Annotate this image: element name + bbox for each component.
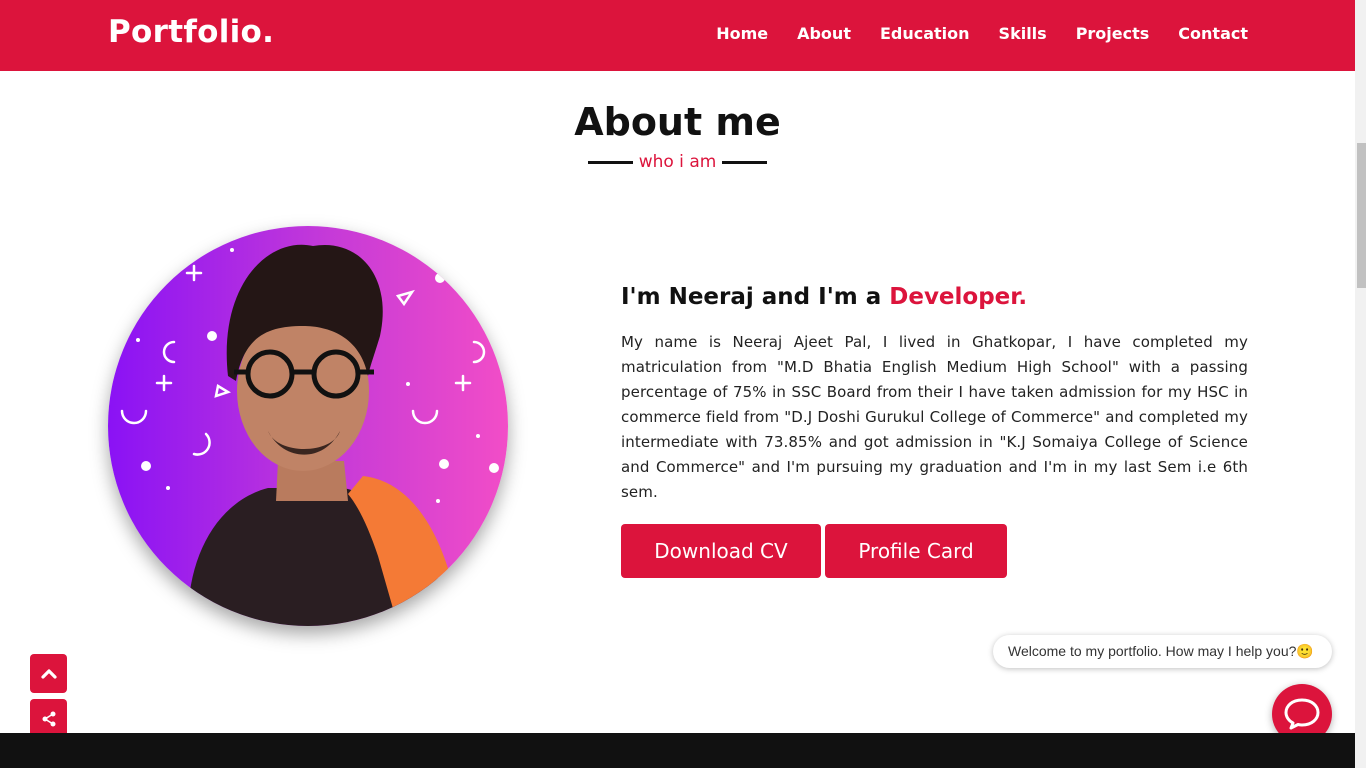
nav-item-contact[interactable]: Contact: [1178, 24, 1248, 43]
footer: [0, 733, 1355, 768]
site-logo[interactable]: Portfolio.: [108, 14, 274, 50]
subtitle-divider-left: [587, 160, 633, 164]
nav-item-home[interactable]: Home: [716, 24, 768, 43]
page-scrollbar[interactable]: [1355, 0, 1366, 768]
section-subtitle: who i am: [638, 152, 717, 172]
intro-heading: I'm Neeraj and I'm a Developer.: [621, 284, 1027, 310]
subtitle-divider-right: [722, 160, 768, 164]
chat-bubble-icon: [1284, 698, 1320, 730]
nav-menu: Home About Education Skills Projects Con…: [687, 24, 1248, 43]
navbar: Portfolio. Home About Education Skills P…: [0, 0, 1355, 71]
share-icon: [42, 711, 55, 726]
intro-prefix: I'm Neeraj and I'm a: [621, 284, 890, 310]
nav-item-about[interactable]: About: [797, 24, 851, 43]
chat-welcome-message[interactable]: Welcome to my portfolio. How may I help …: [993, 635, 1332, 668]
nav-item-projects[interactable]: Projects: [1076, 24, 1150, 43]
section-title: About me: [574, 100, 781, 144]
chevron-up-icon: [40, 668, 57, 679]
download-cv-button[interactable]: Download CV: [621, 524, 821, 578]
nav-item-skills[interactable]: Skills: [999, 24, 1047, 43]
profile-card-button[interactable]: Profile Card: [825, 524, 1007, 578]
bio-text: My name is Neeraj Ajeet Pal, I lived in …: [621, 333, 1248, 501]
section-subtitle-group: who i am: [0, 152, 1355, 172]
scrollbar-thumb[interactable]: [1357, 143, 1366, 288]
profile-illustration: [108, 226, 508, 626]
profile-photo: [108, 226, 508, 626]
nav-item-education[interactable]: Education: [880, 24, 970, 43]
intro-role: Developer.: [889, 284, 1028, 310]
scroll-to-top-button[interactable]: [30, 654, 67, 693]
